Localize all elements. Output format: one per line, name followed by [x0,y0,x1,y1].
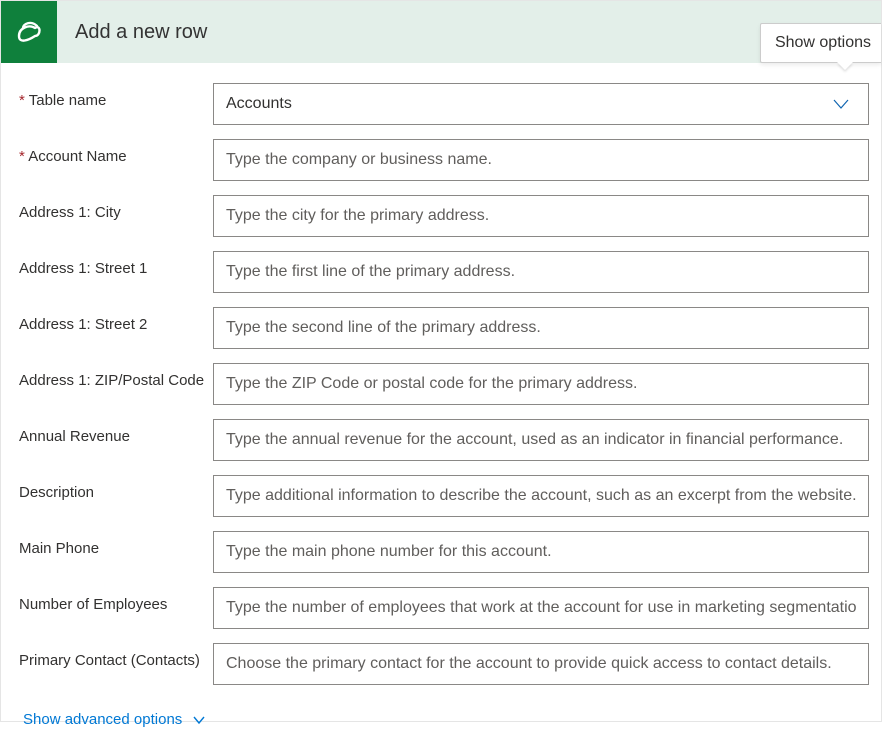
table-name-select[interactable]: Accounts [213,83,869,125]
form-row: Annual Revenue [19,419,869,461]
form-row: Address 1: Street 1 [19,251,869,293]
field-label: Annual Revenue [19,419,213,447]
field-label: Account Name [19,139,213,167]
form-row: Description [19,475,869,517]
header: Add a new row Show options [1,1,881,63]
show-options-tooltip[interactable]: Show options [760,23,881,63]
show-advanced-options-label: Show advanced options [23,711,182,728]
form-row: Address 1: City [19,195,869,237]
field-input[interactable] [213,643,869,685]
form-row: Address 1: Street 2 [19,307,869,349]
form: Table name Accounts Account Name Address … [1,63,881,744]
field-label: Address 1: City [19,195,213,223]
dataverse-icon [1,1,57,63]
field-label: Address 1: Street 1 [19,251,213,279]
field-input[interactable] [213,531,869,573]
page-title: Add a new row [75,21,207,44]
show-advanced-options-link[interactable]: Show advanced options [19,705,206,734]
field-label: Description [19,475,213,503]
label-table-name: Table name [19,83,213,111]
field-input[interactable] [213,307,869,349]
field-input[interactable] [213,419,869,461]
field-input[interactable] [213,251,869,293]
field-input[interactable] [213,475,869,517]
field-label: Address 1: Street 2 [19,307,213,335]
field-input[interactable] [213,363,869,405]
form-row: Main Phone [19,531,869,573]
row-table-name: Table name Accounts [19,83,869,125]
field-input[interactable] [213,587,869,629]
form-row: Account Name [19,139,869,181]
chevron-down-icon [192,713,206,727]
field-input[interactable] [213,139,869,181]
form-row: Address 1: ZIP/Postal Code [19,363,869,405]
form-row: Primary Contact (Contacts) [19,643,869,685]
table-name-value: Accounts [226,95,292,113]
field-label: Main Phone [19,531,213,559]
field-label: Primary Contact (Contacts) [19,643,213,671]
field-label: Address 1: ZIP/Postal Code [19,363,213,391]
chevron-down-icon [832,95,850,113]
form-row: Number of Employees [19,587,869,629]
field-input[interactable] [213,195,869,237]
field-label: Number of Employees [19,587,213,615]
